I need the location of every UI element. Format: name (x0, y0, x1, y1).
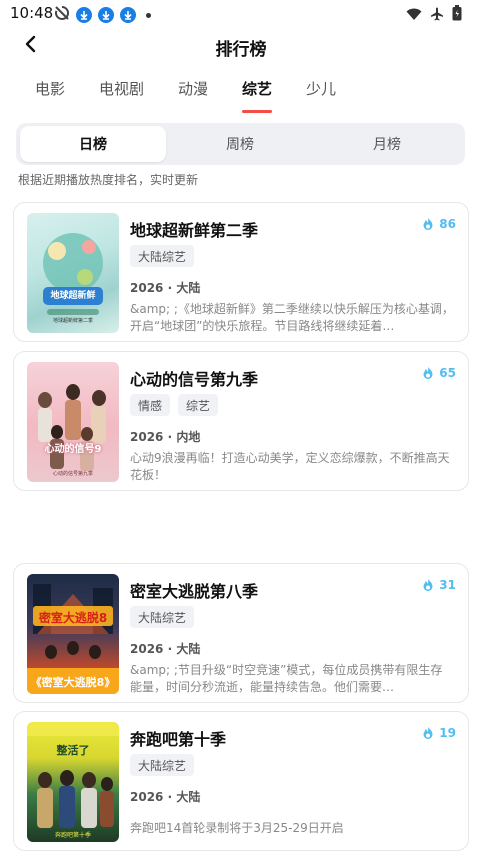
poster-subtitle: 心动的信号第九季 (52, 471, 93, 477)
ranking-card[interactable]: 地球超新鲜 地球超新鲜第二季 地球超新鲜第二季 86 大陆综艺 2026 · 大… (13, 202, 469, 342)
description: &amp; ;节目升级“时空竞速”模式，每位成员携带有限生存能量，时间分秒流逝，… (130, 663, 443, 694)
page-title: 排行榜 (215, 40, 267, 60)
card-title: 地球超新鲜第二季 (130, 221, 259, 240)
tag-list: 大陆综艺 (130, 245, 195, 267)
poster-image: 心动的信号9 心动的信号第九季 (27, 362, 119, 482)
heat-score: 19 (422, 726, 456, 740)
heat-value: 31 (439, 578, 456, 592)
poster-title: 密室大逃脱8 (38, 611, 108, 625)
poster-subtitle: 《密室大逃脱8》 (30, 676, 116, 689)
ranking-hint: 根据近期播放热度排名，实时更新 (18, 173, 199, 187)
heat-value: 65 (439, 366, 456, 380)
poster-image: 地球超新鲜 地球超新鲜第二季 (27, 213, 119, 333)
tab-movie[interactable]: 电影 (35, 78, 65, 99)
tab-tv-series[interactable]: 电视剧 (99, 78, 144, 99)
tab-anime[interactable]: 动漫 (178, 78, 208, 99)
category-tabs: 电影 电视剧 动漫 综艺 少儿 (0, 74, 482, 116)
heat-score: 65 (422, 366, 456, 380)
heat-value: 19 (439, 726, 456, 740)
card-title: 密室大逃脱第八季 (130, 582, 259, 601)
poster-title: 心动的信号9 (44, 444, 102, 455)
flame-icon (423, 366, 433, 379)
tag-list: 大陆综艺 (130, 606, 195, 628)
flame-icon (423, 578, 433, 591)
status-right-icons (406, 5, 462, 25)
tag: 大陆综艺 (130, 245, 195, 267)
card-title: 奔跑吧第十季 (130, 730, 227, 749)
tab-variety[interactable]: 综艺 (242, 78, 272, 99)
battery-icon (452, 5, 462, 25)
year-region: 2026 · 大陆 (130, 790, 201, 804)
year-region: 2026 · 大陆 (130, 281, 201, 295)
tag: 大陆综艺 (130, 606, 195, 628)
wifi-icon (406, 6, 422, 25)
description: &amp; ;《地球超新鲜》第二季继续以快乐解压为核心基调，开启“地球团”的快乐… (130, 302, 454, 333)
poster-image: 整活了 奔跑吧第十季 (27, 722, 119, 842)
poster-title: 整活了 (56, 744, 90, 757)
airplane-icon (430, 6, 444, 25)
flame-icon (423, 217, 433, 230)
flame-icon (423, 726, 433, 739)
description: 奔跑吧14首轮录制将于3月25-29日开启 (130, 821, 344, 835)
poster-image: 密室大逃脱8 《密室大逃脱8》 (27, 574, 119, 694)
ranking-period-segment: 日榜 周榜 月榜 (16, 123, 465, 165)
segment-weekly[interactable]: 周榜 (167, 126, 313, 162)
poster-subtitle: 奔跑吧第十季 (54, 832, 91, 839)
heat-score: 86 (422, 217, 456, 231)
active-tab-indicator (242, 110, 272, 113)
tag-list: 大陆综艺 (130, 754, 195, 776)
header: 排行榜 (0, 28, 482, 64)
year-region: 2026 · 内地 (130, 430, 201, 444)
tag: 情感 (130, 394, 171, 416)
description: 心动9浪漫再临！打造心动美学，定义恋综爆款，不断推高天花板！ (130, 451, 450, 482)
segment-daily[interactable]: 日榜 (20, 126, 166, 162)
heat-value: 86 (439, 217, 456, 231)
status-bar: 10:48 (0, 0, 482, 28)
ranking-card[interactable]: 密室大逃脱8 《密室大逃脱8》 密室大逃脱第八季 31 大陆综艺 2026 · … (13, 563, 469, 703)
tag: 综艺 (178, 394, 219, 416)
download-icon (98, 7, 114, 23)
segment-monthly[interactable]: 月榜 (314, 126, 460, 162)
download-icon (76, 7, 92, 23)
poster-title: 地球超新鲜 (50, 291, 96, 301)
card-title: 心动的信号第九季 (130, 370, 259, 389)
tab-kids[interactable]: 少儿 (306, 78, 336, 99)
tag-list: 情感 综艺 (130, 394, 219, 416)
ranking-card[interactable]: 整活了 奔跑吧第十季 奔跑吧第十季 19 大陆综艺 2026 · 大陆 奔跑吧1… (13, 711, 469, 851)
notification-dot-icon (146, 12, 151, 18)
status-time: 10:48 (10, 4, 54, 22)
tag: 大陆综艺 (130, 754, 195, 776)
download-icon (120, 7, 136, 23)
ranking-card[interactable]: 心动的信号9 心动的信号第九季 心动的信号第九季 65 情感 综艺 2026 ·… (13, 351, 469, 491)
poster-subtitle: 地球超新鲜第二季 (52, 318, 93, 324)
year-region: 2026 · 大陆 (130, 642, 201, 656)
heat-score: 31 (422, 578, 456, 592)
sync-off-icon (54, 5, 70, 25)
status-left-icons (54, 5, 151, 25)
